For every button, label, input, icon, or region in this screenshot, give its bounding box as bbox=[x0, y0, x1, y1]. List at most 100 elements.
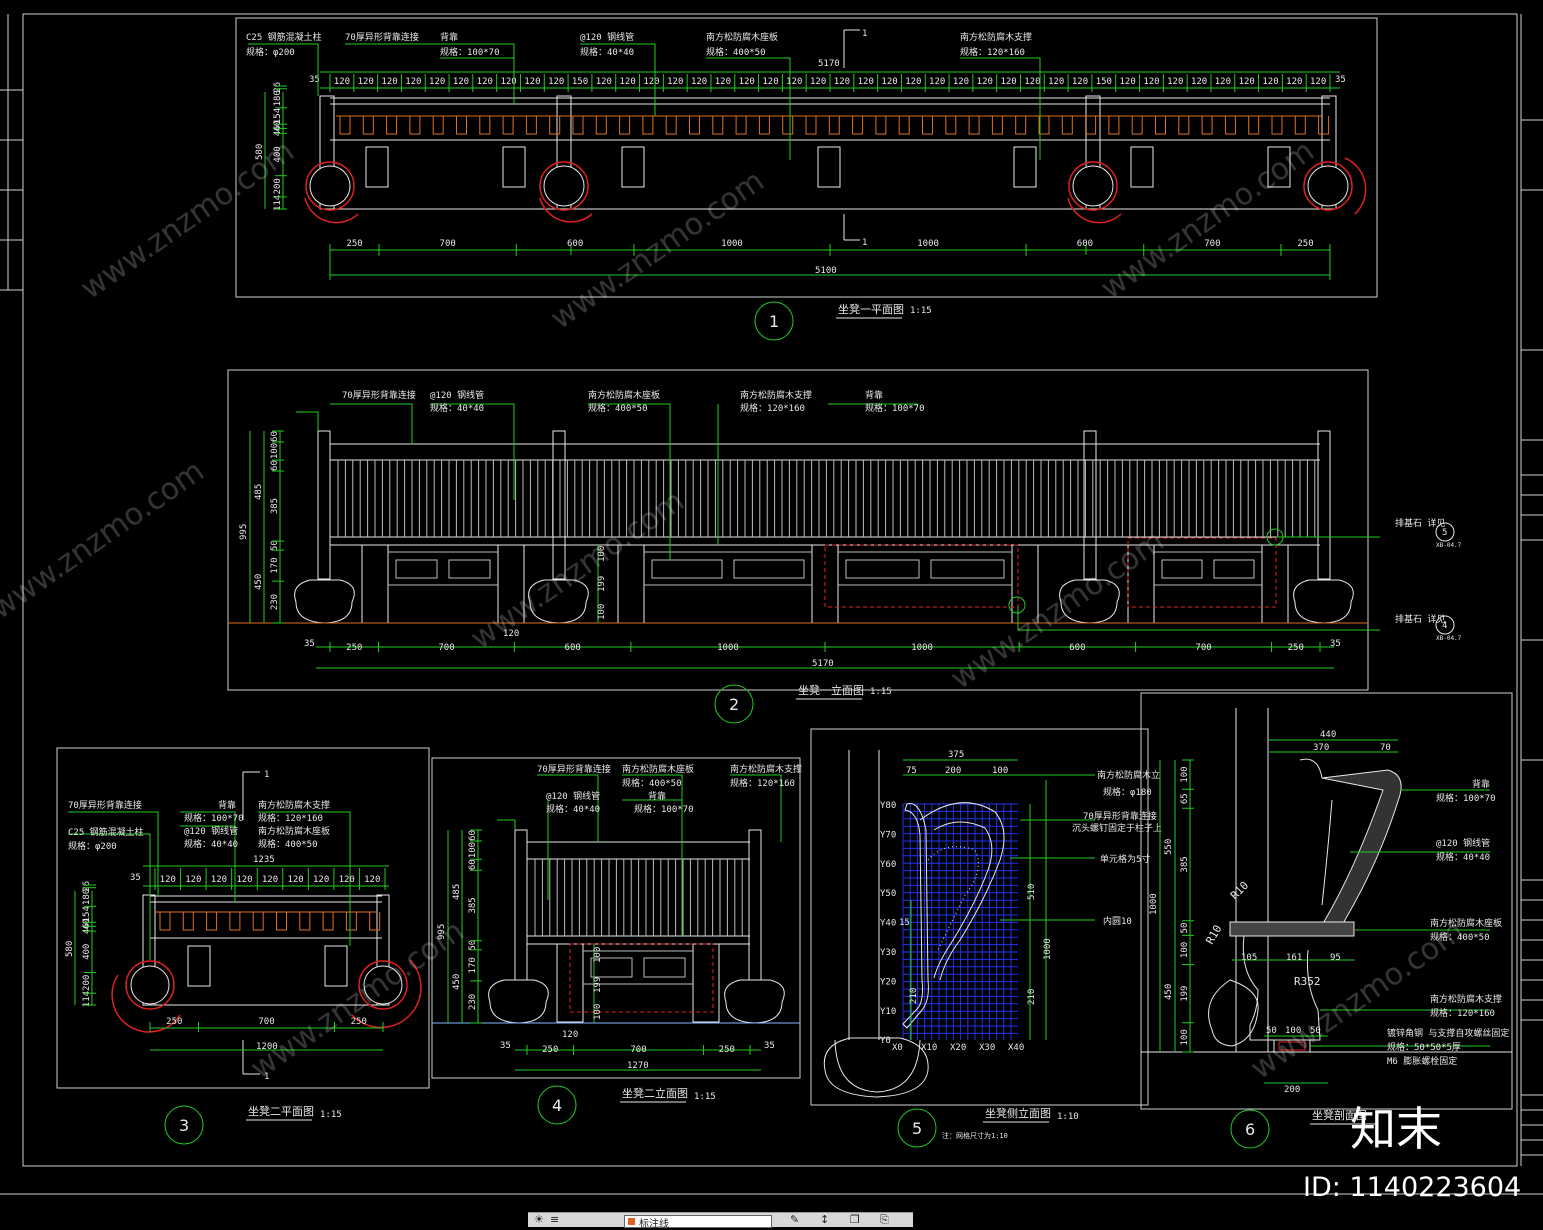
dim-label: 120 bbox=[548, 77, 564, 87]
y-axis-label: Y10 bbox=[880, 1007, 896, 1017]
sun-icon[interactable]: ☀ bbox=[534, 1213, 544, 1226]
y-axis-label: Y20 bbox=[880, 977, 896, 987]
dim-label: 700 bbox=[258, 1017, 274, 1027]
note-beam-spec: 规格：120*160 bbox=[258, 812, 323, 824]
dim-label: 120 bbox=[715, 77, 731, 87]
dim-label: 180 bbox=[82, 889, 92, 905]
cad-drawing-canvas[interactable]: 1 1 5170 35 35 120 120 120 120 120 120 120 120 1… bbox=[0, 0, 1543, 1226]
view-6-number: 6 bbox=[1245, 1120, 1255, 1139]
edit-icon[interactable]: ✎ bbox=[790, 1213, 799, 1226]
id-watermark: ID: 1140223604 bbox=[1303, 1172, 1521, 1203]
x-axis-label: X0 bbox=[892, 1043, 903, 1053]
dim-label: 120 bbox=[1215, 77, 1231, 87]
status-bar[interactable]: ☀ ≡ 标注线 ✎ ↕ ❐ ⎘ bbox=[528, 1212, 913, 1230]
note-inner: 内圆10 bbox=[1103, 915, 1132, 927]
copy-icon[interactable]: ❐ bbox=[850, 1213, 860, 1226]
view-2-title: 坐凳一立面图 bbox=[798, 683, 864, 697]
dim-label: 600 bbox=[1069, 643, 1085, 653]
dim-label: 60 bbox=[468, 830, 478, 841]
dim-label: 120 bbox=[1239, 77, 1255, 87]
top-edge: 35 bbox=[130, 873, 141, 883]
note-back-spec: 规格：100*70 bbox=[440, 46, 500, 58]
view-5-scale: 1:10 bbox=[1057, 1112, 1079, 1122]
view-4-number: 4 bbox=[552, 1096, 562, 1115]
note-rail: 70厚异形背靠连接 bbox=[342, 389, 416, 401]
dim-label: 100 bbox=[1180, 1029, 1190, 1045]
layer-color-swatch bbox=[628, 1218, 635, 1225]
watermark-7: www.znzmo.com bbox=[245, 914, 471, 1087]
dim-label: 1000 bbox=[917, 239, 939, 249]
view-2-elevation[interactable]: 70厚异形背靠连接 @120 钢线管 规格：40*40 南方松防腐木座板 规格：… bbox=[227, 369, 1462, 724]
dim-label: 230 bbox=[468, 994, 478, 1010]
dim-label: 200 bbox=[273, 178, 283, 194]
bottom-edge-left: 35 bbox=[304, 639, 315, 649]
radius-r10-b: R10 bbox=[1203, 923, 1224, 947]
note-seat: 南方松防腐木座板 bbox=[588, 389, 660, 401]
seat-dim-95: 95 bbox=[1330, 953, 1341, 963]
note-seat-spec: 规格：400*50 bbox=[588, 402, 648, 414]
y-axis-label: Y40 bbox=[880, 919, 896, 929]
x-axis-label: X20 bbox=[950, 1043, 966, 1053]
note-rail: 70厚异形背靠连接 bbox=[345, 31, 419, 43]
dim-label: 120 bbox=[236, 875, 252, 885]
note-beam: 南方松防腐木支撑 bbox=[740, 389, 812, 401]
view-5-title: 坐凳侧立面图 bbox=[985, 1106, 1051, 1120]
note-bracket-spec: 规格：50*50*5厚 bbox=[1387, 1041, 1461, 1053]
right-title-block bbox=[1520, 14, 1543, 1166]
dim-100: 100 bbox=[992, 766, 1008, 776]
move-icon[interactable]: ↕ bbox=[820, 1213, 829, 1226]
bottom-edge-left: 35 bbox=[500, 1041, 511, 1051]
layers-icon[interactable]: ≡ bbox=[550, 1213, 559, 1226]
dim-label: 100 bbox=[468, 842, 478, 858]
note-back: 背靠 bbox=[1472, 778, 1490, 790]
bottom-total: 5170 bbox=[812, 659, 834, 669]
dim-label: 120 bbox=[262, 875, 278, 885]
view-1-number: 1 bbox=[769, 312, 779, 331]
layer-dropdown[interactable]: 标注线 bbox=[624, 1215, 772, 1230]
dim-label: 700 bbox=[440, 239, 456, 249]
view-6-left-dims: 100 65 385 50 100 199 100 1000 550 450 bbox=[1149, 759, 1194, 1053]
note-spindle-spec: 规格：40*40 bbox=[580, 46, 634, 58]
dim-15: 15 bbox=[899, 918, 910, 928]
dim-label: 120 bbox=[762, 77, 778, 87]
dim-label: 120 bbox=[453, 77, 469, 87]
view-6-section[interactable]: 440 370 70 100 65 385 50 100 199 100 1000 550 450… bbox=[1140, 692, 1513, 1149]
note-bolt: M6 膨胀螺栓固定 bbox=[1387, 1055, 1457, 1067]
dim-label: 1000 bbox=[717, 643, 739, 653]
view-1-plan[interactable]: 1 1 5170 35 35 120 120 120 120 120 120 120 120 1… bbox=[235, 17, 1378, 341]
dim-label: 120 bbox=[381, 77, 397, 87]
bottom-edge-right: 35 bbox=[764, 1041, 775, 1051]
dim-label: 120 bbox=[1262, 77, 1278, 87]
view-5-side-elevation[interactable]: Y80 Y70 Y60 Y50 Y40 Y30 Y20 Y10 Y0 X0 X10 X20 X30 X4… bbox=[810, 728, 1162, 1148]
dim-label: 120 bbox=[667, 77, 683, 87]
view-3-left-dims: 261801544046400200114 bbox=[82, 881, 96, 1007]
dim-label: 120 bbox=[1191, 77, 1207, 87]
note-seat: 南方松防腐木座板 bbox=[706, 31, 778, 43]
view-4-title: 坐凳二立面图 bbox=[622, 1086, 688, 1100]
view-1-frame bbox=[235, 17, 1378, 298]
fret-panel bbox=[838, 551, 1012, 586]
dim-label: 995 bbox=[239, 524, 249, 540]
dim-label: 485 bbox=[452, 884, 462, 900]
view-5-number: 5 bbox=[912, 1119, 922, 1138]
left-total: 580 bbox=[65, 941, 75, 957]
dim-label: 46 bbox=[82, 923, 92, 934]
dim-label: 120 bbox=[929, 77, 945, 87]
view-1-beam-blocks bbox=[365, 146, 1291, 188]
callout-1-num: 5 bbox=[1442, 528, 1447, 538]
dim-1000: 1000 bbox=[1043, 938, 1053, 960]
dim-label: 60 bbox=[270, 431, 280, 442]
radius-r10-a: R10 bbox=[1228, 879, 1251, 902]
note-beam: 南方松防腐木支撑 bbox=[1430, 993, 1502, 1005]
paste-icon[interactable]: ⎘ bbox=[880, 1213, 889, 1227]
view-4-elevation[interactable]: 70厚异形背靠连接 南方松防腐木座板 规格：400*50 南方松防腐木支撑 规格… bbox=[431, 757, 802, 1125]
view-4-spindles bbox=[534, 859, 743, 936]
note-rail: 70厚异形背靠连接 bbox=[1083, 810, 1157, 822]
view-3-number: 3 bbox=[179, 1116, 189, 1135]
callout-1-ref: XB-04.7 bbox=[1436, 542, 1462, 549]
view-3-plan[interactable]: 1 1 70厚异形背靠连接 C25 钢筋混凝土柱 规格：φ200 背靠 规格：1… bbox=[56, 747, 430, 1145]
view-2-spindles bbox=[337, 460, 1316, 537]
note-back-spec: 规格：100*70 bbox=[634, 803, 694, 815]
dim-label: 600 bbox=[565, 643, 581, 653]
note-rail-2: 沉头螺钉固定于柱子上 bbox=[1072, 822, 1162, 834]
